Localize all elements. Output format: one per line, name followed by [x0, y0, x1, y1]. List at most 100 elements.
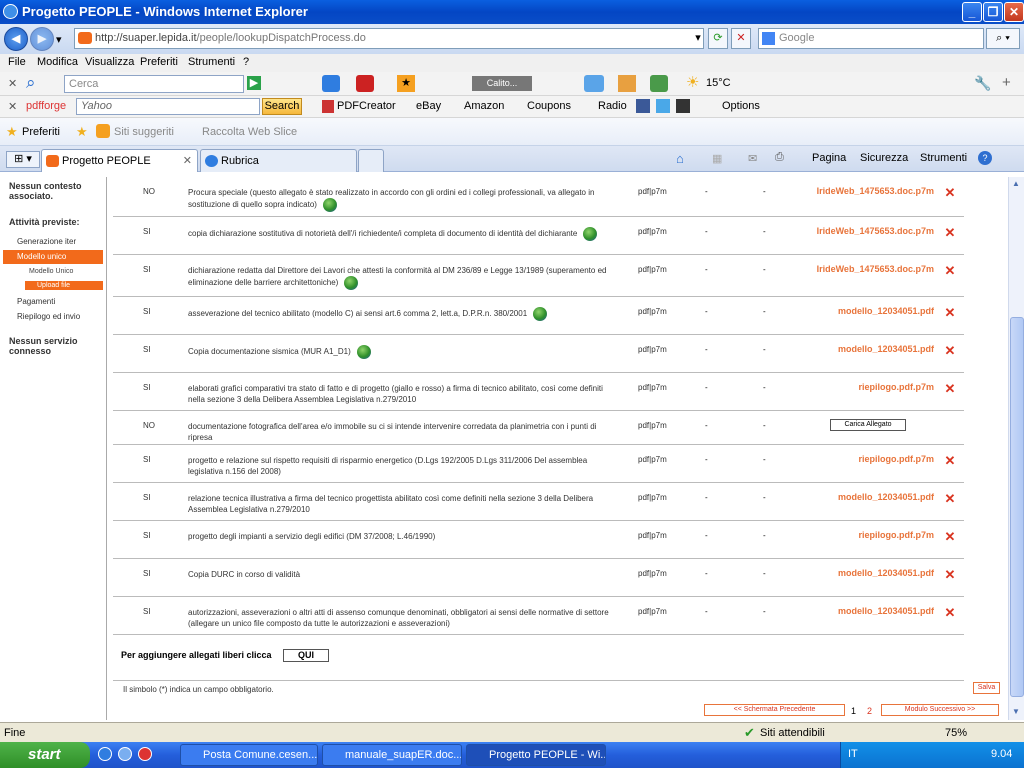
- taskbar-item-manuale[interactable]: manuale_suapER.doc...: [322, 744, 462, 766]
- menu-file[interactable]: File: [8, 56, 26, 68]
- tab-rubrica[interactable]: Rubrica: [200, 149, 357, 172]
- delete-icon[interactable]: ✕: [944, 382, 956, 395]
- preferiti-button[interactable]: Preferiti: [22, 126, 60, 138]
- twitter-icon[interactable]: [322, 75, 340, 92]
- file-link[interactable]: modello_12034051.pdf: [838, 344, 934, 354]
- vertical-scrollbar[interactable]: ▲ ▼: [1008, 177, 1024, 720]
- strumenti-menu[interactable]: Strumenti: [920, 152, 967, 164]
- sidebar-item-pagamenti[interactable]: Pagamenti: [3, 295, 103, 309]
- player-display[interactable]: Calito...: [472, 76, 532, 91]
- refresh-icon[interactable]: ⟳: [708, 28, 728, 49]
- file-link[interactable]: modello_12034051.pdf: [838, 306, 934, 316]
- globe-icon[interactable]: [322, 198, 337, 212]
- go-icon[interactable]: ▶: [247, 76, 261, 90]
- sidebar-item-generazione[interactable]: Generazione iter: [3, 235, 103, 249]
- address-dropdown-icon[interactable]: ▾: [688, 29, 708, 50]
- globe-icon[interactable]: [344, 276, 359, 290]
- wrench-icon[interactable]: 🔧: [974, 75, 991, 92]
- yahoo-input[interactable]: Yahoo: [76, 98, 260, 115]
- tab-close-icon[interactable]: ✕: [183, 154, 192, 167]
- stop-icon[interactable]: ✕: [731, 28, 751, 49]
- taskbar-item-posta[interactable]: Posta Comune.cesen...: [180, 744, 318, 766]
- quicklaunch-icon[interactable]: [118, 747, 132, 761]
- globe-icon[interactable]: [356, 345, 371, 359]
- ebay-link[interactable]: eBay: [416, 100, 441, 112]
- scroll-down-icon[interactable]: ▼: [1012, 707, 1020, 716]
- menu-preferiti[interactable]: Preferiti: [140, 56, 178, 68]
- sidebar-item-modello-unico[interactable]: Modello unico: [3, 250, 103, 264]
- file-link[interactable]: riepilogo.pdf.p7m: [859, 530, 935, 540]
- file-link[interactable]: riepilogo.pdf.p7m: [859, 382, 935, 392]
- zoom-level[interactable]: 75%: [945, 727, 967, 739]
- raccolta-webslice-link[interactable]: Raccolta Web Slice: [202, 126, 297, 138]
- facebook-icon[interactable]: [636, 99, 650, 113]
- next-page-button[interactable]: Modulo Successivo >>: [881, 704, 999, 716]
- file-link[interactable]: IrideWeb_1475653.doc.p7m: [817, 226, 934, 236]
- gplus-icon[interactable]: [676, 99, 690, 113]
- prev-page-button[interactable]: << Schermata Precedente: [704, 704, 845, 716]
- siti-suggeriti-link[interactable]: Siti suggeriti: [114, 126, 174, 138]
- salva-button[interactable]: Salva: [973, 682, 1000, 694]
- delete-icon[interactable]: ✕: [944, 492, 956, 505]
- delete-icon[interactable]: ✕: [944, 306, 956, 319]
- add-favorite-icon[interactable]: ★: [76, 124, 88, 140]
- radio-link[interactable]: Radio: [598, 100, 627, 112]
- chrome-quicklaunch-icon[interactable]: [138, 747, 152, 761]
- cerca-input[interactable]: Cerca: [64, 75, 244, 93]
- delete-icon[interactable]: ✕: [944, 344, 956, 357]
- new-tab-button[interactable]: [358, 149, 384, 172]
- file-link[interactable]: modello_12034051.pdf: [838, 568, 934, 578]
- help-icon[interactable]: ?: [978, 151, 992, 165]
- magnifier-icon[interactable]: ⌕: [26, 73, 36, 93]
- globe-icon[interactable]: [583, 227, 598, 241]
- page-1-link[interactable]: 1: [851, 706, 856, 716]
- amazon-link[interactable]: Amazon: [464, 100, 504, 112]
- add-icon[interactable]: +: [1002, 74, 1011, 91]
- delete-icon[interactable]: ✕: [944, 568, 956, 581]
- menu-modifica[interactable]: Modifica: [37, 56, 78, 68]
- youtube-icon[interactable]: [356, 75, 374, 92]
- file-link[interactable]: IrideWeb_1475653.doc.p7m: [817, 264, 934, 274]
- close-button[interactable]: ✕: [1004, 2, 1024, 22]
- print-icon[interactable]: ⎙: [775, 151, 784, 164]
- search-go-icon[interactable]: ⌕ ▾: [986, 28, 1020, 49]
- map-icon[interactable]: [650, 75, 668, 92]
- language-indicator[interactable]: IT: [848, 748, 858, 760]
- delete-icon[interactable]: ✕: [944, 606, 956, 619]
- mail-icon[interactable]: [584, 75, 604, 92]
- search-engine-field[interactable]: Google: [758, 28, 984, 49]
- delete-icon[interactable]: ✕: [944, 186, 956, 199]
- pdfcreator-link[interactable]: PDFCreator: [337, 100, 396, 112]
- start-button[interactable]: start: [0, 742, 90, 768]
- file-link[interactable]: modello_12034051.pdf: [838, 606, 934, 616]
- home-icon[interactable]: ⌂: [676, 151, 684, 166]
- delete-icon[interactable]: ✕: [944, 454, 956, 467]
- delete-icon[interactable]: ✕: [944, 264, 956, 277]
- globe-icon[interactable]: [533, 307, 548, 321]
- menu-help[interactable]: ?: [243, 56, 249, 68]
- file-link[interactable]: modello_12034051.pdf: [838, 492, 934, 502]
- carica-allegato-button[interactable]: Carica Allegato: [830, 419, 906, 431]
- file-link[interactable]: riepilogo.pdf.p7m: [859, 454, 935, 464]
- close-toolbar-icon[interactable]: ✕: [8, 77, 17, 90]
- file-link[interactable]: IrideWeb_1475653.doc.p7m: [817, 186, 934, 196]
- sidebar-item-riepilogo[interactable]: Riepilogo ed invio: [3, 310, 103, 324]
- forward-button[interactable]: ▶: [30, 27, 54, 51]
- coupons-link[interactable]: Coupons: [527, 100, 571, 112]
- sidebar-subitem-modello[interactable]: Modello Unico: [29, 268, 73, 275]
- star-icon[interactable]: ★: [397, 75, 415, 92]
- maximize-button[interactable]: ❐: [983, 2, 1003, 22]
- feeds-icon[interactable]: ▦: [712, 152, 722, 165]
- history-dropdown-icon[interactable]: ▾: [56, 33, 62, 46]
- calculator-icon[interactable]: [618, 75, 636, 92]
- close-toolbar2-icon[interactable]: ✕: [8, 100, 17, 113]
- scroll-thumb[interactable]: [1010, 317, 1024, 697]
- delete-icon[interactable]: ✕: [944, 226, 956, 239]
- qui-button[interactable]: QUI: [283, 649, 329, 662]
- scroll-up-icon[interactable]: ▲: [1012, 179, 1020, 188]
- sicurezza-menu[interactable]: Sicurezza: [860, 152, 908, 164]
- ie-quicklaunch-icon[interactable]: [98, 747, 112, 761]
- options-link[interactable]: Options: [722, 100, 760, 112]
- sidebar-subitem-upload[interactable]: Upload file: [25, 281, 103, 290]
- twitter-small-icon[interactable]: [656, 99, 670, 113]
